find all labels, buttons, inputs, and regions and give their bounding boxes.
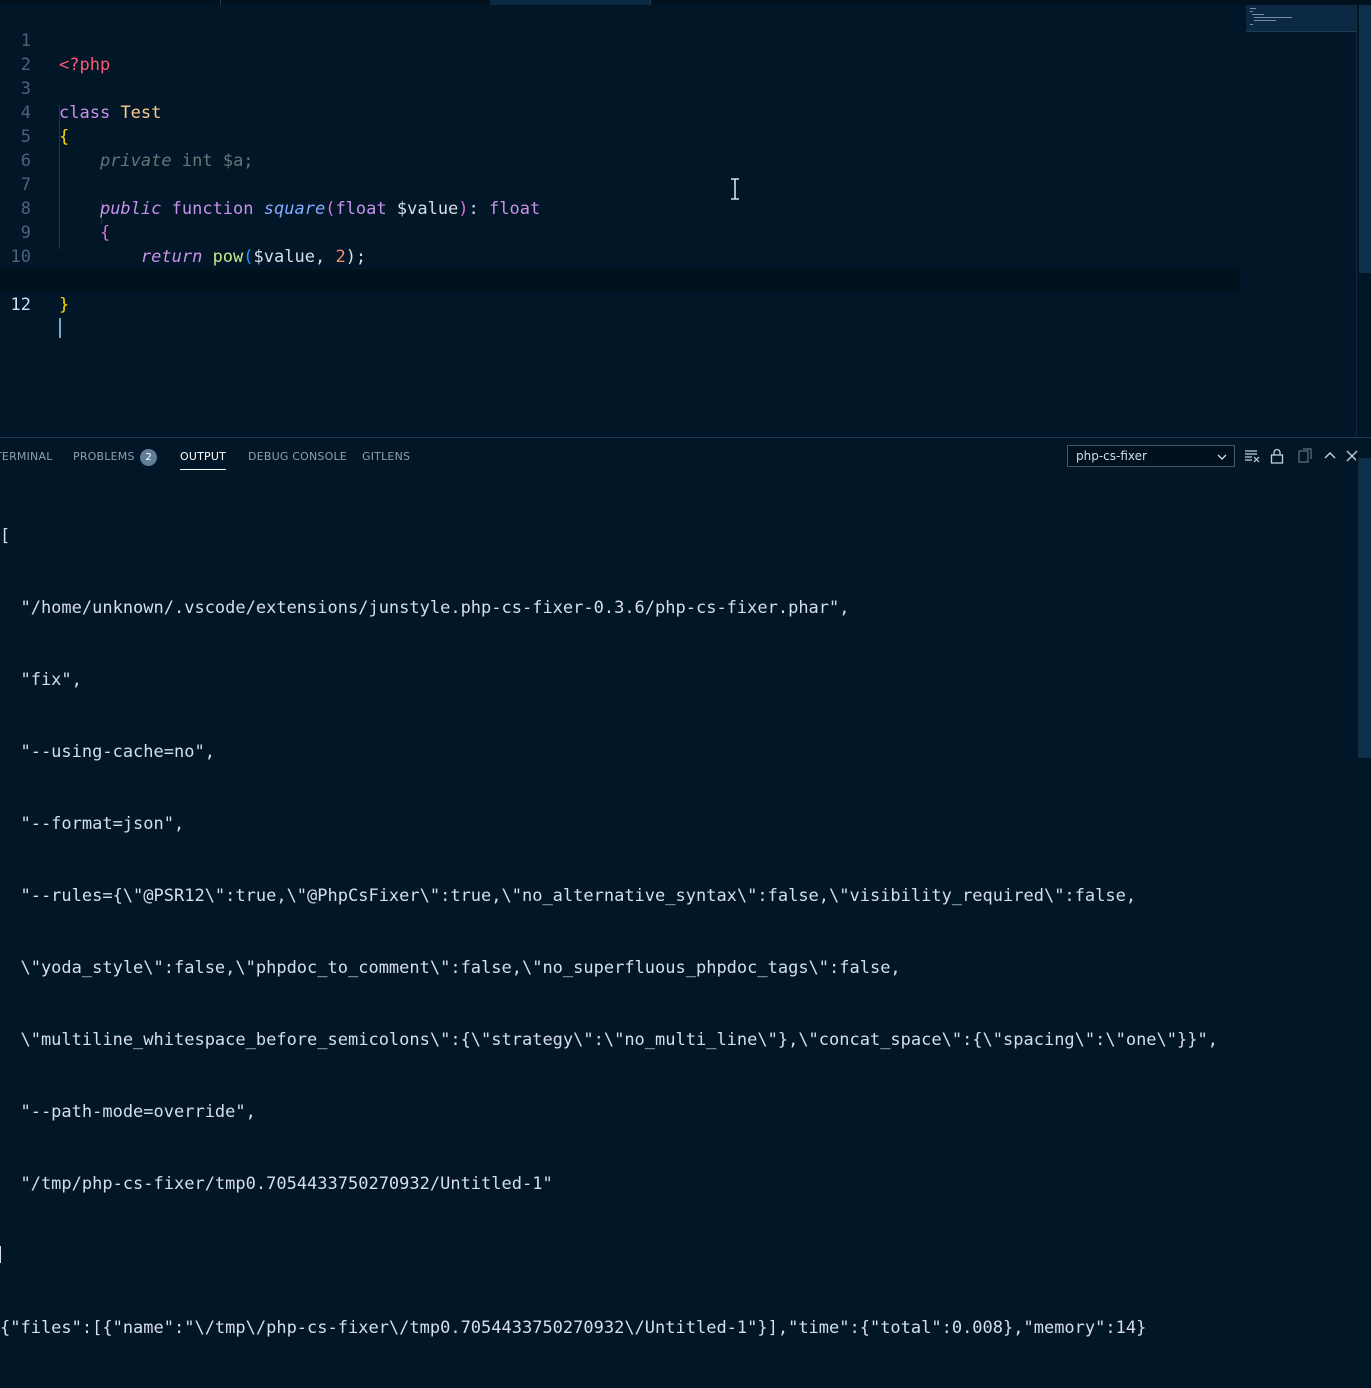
code-editor[interactable]: 1 <?php 2 3 class Test 4 { 5 private int… [0, 5, 1356, 437]
output-line: "/tmp/php-cs-fixer/tmp0.7054433750270932… [0, 1174, 553, 1194]
code-line[interactable]: 6 [0, 125, 1240, 171]
code-line[interactable]: 11 } [0, 245, 1240, 315]
output-line: "/home/unknown/.vscode/extensions/junsty… [0, 598, 850, 618]
brace: } [59, 295, 70, 315]
chevron-up-icon[interactable] [1321, 447, 1339, 465]
output-scrollbar[interactable] [1356, 458, 1371, 794]
clear-output-icon[interactable] [1243, 447, 1261, 465]
chevron-down-icon [1217, 454, 1227, 460]
tab-problems[interactable]: PROBLEMS [73, 450, 135, 463]
code-line[interactable]: 8 { [0, 173, 1240, 243]
tab-terminal[interactable]: TERMINAL [0, 450, 53, 463]
line-number: 12 [10, 295, 31, 315]
text-cursor [59, 317, 61, 338]
output-line: "--using-cache=no", [0, 742, 215, 762]
output-line: "--rules={\"@PSR12\":true,\"@PhpCsFixer\… [0, 886, 1137, 906]
output-channel-label: php-cs-fixer [1076, 449, 1147, 463]
tab-gitlens[interactable]: GITLENS [362, 450, 410, 463]
code-line[interactable]: 7 public function square(float $value): … [0, 149, 1240, 219]
bottom-panel: TERMINAL PROBLEMS 2 OUTPUT DEBUG CONSOLE… [0, 437, 1371, 1338]
output-line: \"multiline_whitespace_before_semicolons… [0, 1030, 1218, 1050]
scrollbar-thumb[interactable] [1359, 5, 1371, 273]
output-line: "fix", [0, 670, 82, 690]
output-channel-select[interactable]: php-cs-fixer [1067, 445, 1235, 467]
open-in-editor-icon[interactable] [1296, 447, 1314, 465]
scrollbar-thumb[interactable] [1358, 458, 1371, 758]
output-log[interactable]: [ "/home/unknown/.vscode/extensions/juns… [0, 476, 1371, 1388]
code-line[interactable]: 5 private int $a; [0, 101, 1240, 171]
tab-output[interactable]: OUTPUT [180, 450, 227, 470]
code-line-current[interactable]: 12 [0, 269, 1240, 338]
output-line: "--format=json", [0, 814, 185, 834]
code-line[interactable]: 10 } [0, 221, 1240, 291]
problems-count-badge: 2 [140, 449, 157, 466]
output-line: {"files":[{"name":"\/tmp\/php-cs-fixer\/… [0, 1318, 1147, 1338]
code-line[interactable]: 4 { [0, 77, 1240, 147]
editor-scrollbar[interactable] [1356, 5, 1371, 437]
code-line[interactable]: 3 class Test [0, 53, 1240, 123]
output-line: \"yoda_style\":false,\"phpdoc_to_comment… [0, 958, 901, 978]
code-line[interactable]: 1 <?php [0, 5, 1240, 75]
lock-icon[interactable] [1268, 447, 1286, 465]
panel-tabs: TERMINAL PROBLEMS 2 OUTPUT DEBUG CONSOLE… [0, 438, 1060, 474]
output-line: "--path-mode=override", [0, 1102, 256, 1122]
tab-debug-console[interactable]: DEBUG CONSOLE [248, 450, 347, 463]
minimap[interactable] [1246, 5, 1356, 32]
output-line: [ [0, 526, 11, 546]
code-line[interactable]: 9 return pow($value, 2); [0, 197, 1240, 267]
ibeam-cursor-icon [731, 178, 739, 200]
code-line[interactable]: 2 [0, 29, 1240, 75]
output-line-empty [0, 1244, 1371, 1268]
